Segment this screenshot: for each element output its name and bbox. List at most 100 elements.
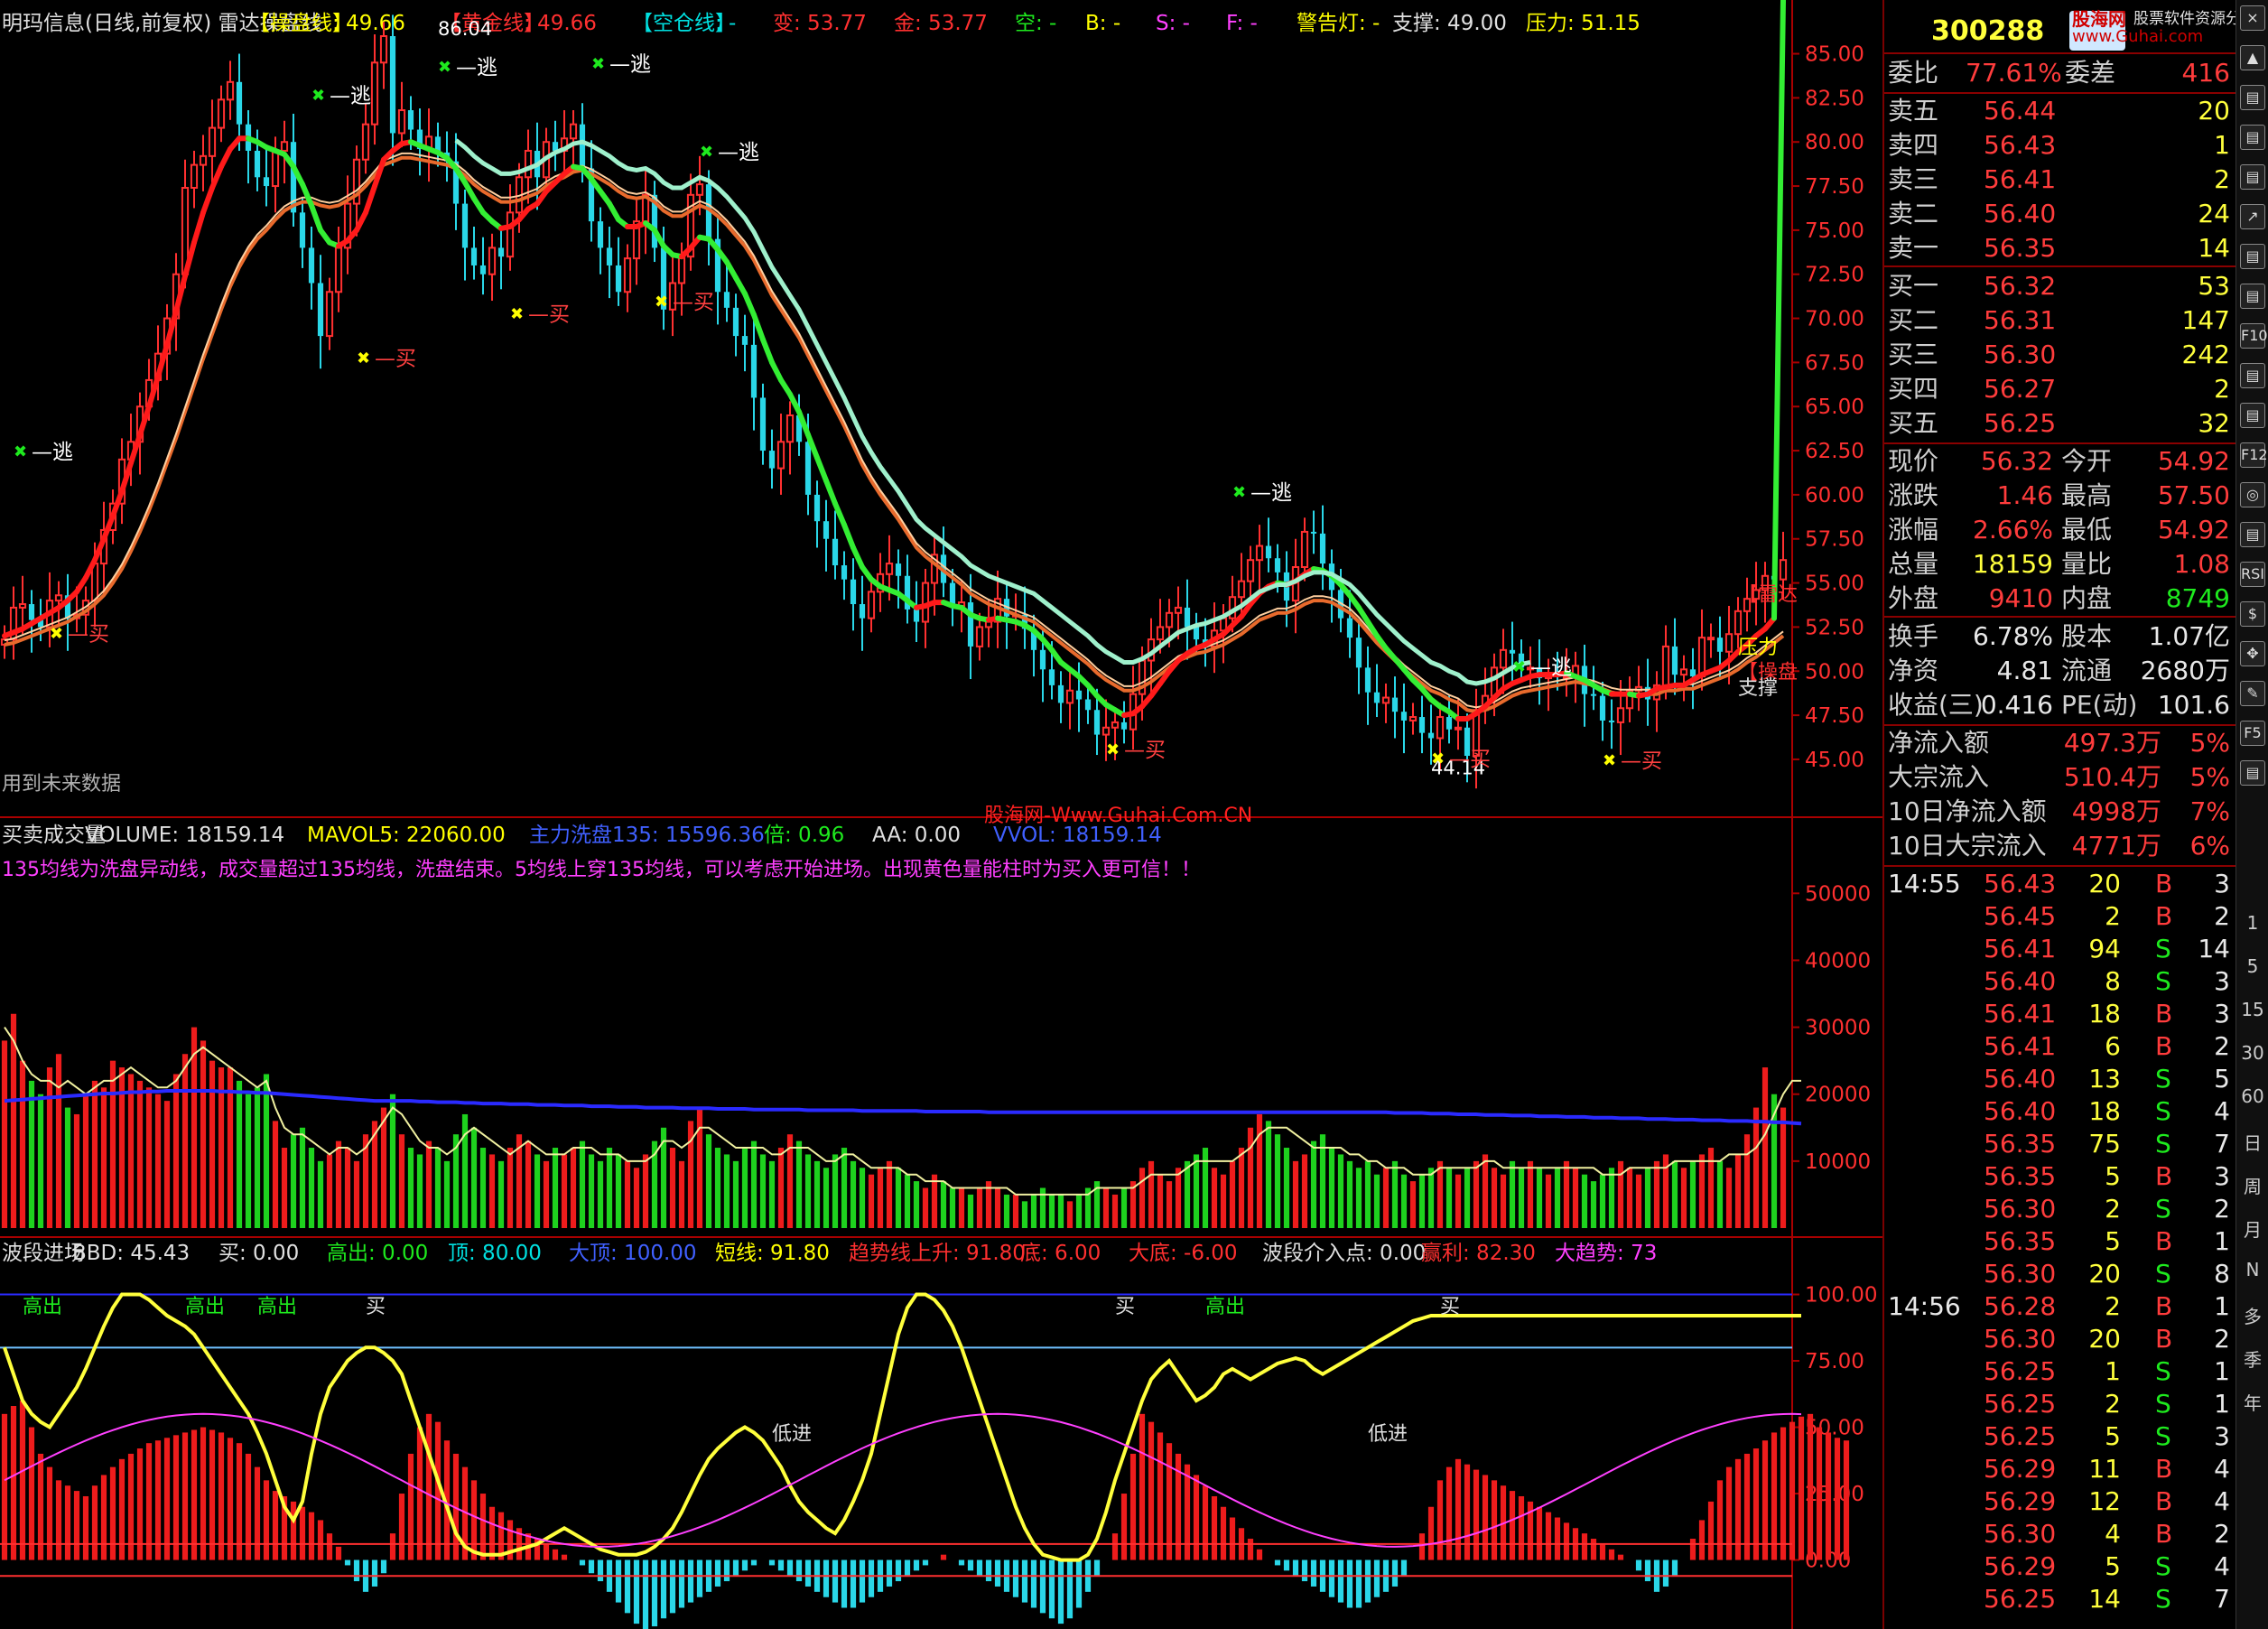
period-button[interactable]: 60 [2240,1085,2265,1107]
toolbar-button[interactable]: F5 [2240,721,2265,746]
bbd-bar [868,1559,875,1597]
tick-side: S [2155,1356,2171,1386]
candle-body [1697,637,1706,678]
tick-side: S [2155,1551,2171,1581]
period-button[interactable]: N [2240,1259,2265,1280]
bbd-bar [290,1501,297,1560]
bbd-bar [687,1559,694,1603]
volume-bar [570,1148,577,1228]
period-button[interactable]: 月 [2240,1215,2265,1242]
candle-body [1156,626,1165,641]
toolbar-button[interactable]: ▤ [2240,85,2265,110]
bbd-bar [913,1559,920,1571]
tick-volume: 13 [2088,1064,2121,1094]
period-button[interactable]: 周 [2240,1172,2265,1198]
period-button[interactable]: 5 [2240,955,2265,977]
toolbar-button[interactable]: RSI [2240,562,2265,587]
toolbar-button[interactable]: ▤ [2240,125,2265,150]
candle-body [768,451,776,469]
bbd-bar [1581,1533,1588,1560]
stat-value: 1.08 [2173,549,2230,579]
weibi-row: 委比 77.61% 委差 416 [1884,56,2268,90]
bbd-bars [1,1401,1850,1629]
signal-marker: ✖ [700,143,713,162]
tick-side: S [2155,1389,2171,1419]
bbd-bar [1834,1438,1841,1560]
bbd-bar [1617,1554,1624,1560]
toolbar-button[interactable]: ▤ [2240,244,2265,269]
toolbar-button[interactable]: ▤ [2240,284,2265,309]
share-value: 6.78% [1973,621,2053,651]
tick-row: 56.45 2 B 2 [1884,899,2268,934]
toolbar-button[interactable]: ✎ [2240,681,2265,706]
volume-bar [434,1148,442,1228]
bbd-bar [371,1559,378,1587]
volume-bar [615,1154,622,1228]
toolbar-button[interactable]: ▤ [2240,403,2265,428]
bbd-bar [1707,1501,1715,1560]
signal-marker: ✖ [1431,749,1445,768]
bbd-bar [263,1480,270,1560]
stat-label: 今开 [2061,446,2113,476]
period-button[interactable]: 日 [2240,1129,2265,1155]
bbd-bar [967,1559,974,1571]
period-button[interactable]: 年 [2240,1389,2265,1415]
bbd-label: 买 [366,1296,386,1318]
chart-canvas[interactable]: 明玛信息(日线,前复权) 雷达操盘线【操盘线】: 49.66 【黄金线】: 49.… [0,0,1882,1629]
bbd-bar [425,1413,432,1560]
tick-price: 56.30 [1984,1259,2057,1289]
bbd-bar [73,1491,80,1560]
volume-bar [579,1140,586,1228]
volume-bar [308,1148,315,1228]
stat-label: 涨跌 [1888,480,1939,510]
toolbar-button[interactable]: ▤ [2240,760,2265,786]
toolbar-button[interactable]: F10 [2240,323,2268,349]
volume-bar [895,1168,902,1228]
period-button[interactable]: 1 [2240,912,2265,934]
tick-side: B [2155,1519,2173,1549]
toolbar-button[interactable]: ▤ [2240,363,2265,388]
volume-bar [832,1154,839,1228]
tick-side: S [2155,934,2171,963]
volume-bar [163,1101,171,1228]
signal-label: —买 [1621,749,1662,773]
period-button[interactable]: 30 [2240,1042,2265,1064]
toolbar-button[interactable]: ↗ [2240,204,2265,229]
tick-price: 56.35 [1984,1226,2057,1256]
signal-marker: ✖ [655,293,668,312]
tick-volume: 12 [2088,1486,2121,1516]
toolbar-button[interactable]: ▲ [2240,45,2265,70]
volume-bar [416,1154,423,1228]
stat-value: 54.92 [2157,446,2230,476]
header-item: 高出: 0.00 [327,1242,428,1265]
toolbar-button[interactable]: ◎ [2240,482,2265,507]
toolbar-button[interactable]: $ [2240,601,2265,627]
volume-bar [1743,1134,1751,1228]
volume-bar [1680,1168,1687,1228]
volume-bar [543,1160,550,1228]
bbd-bar [1012,1559,1019,1597]
bbd-bar [353,1559,360,1582]
period-button[interactable]: 多 [2240,1302,2265,1328]
period-button[interactable]: 季 [2240,1345,2265,1372]
toolbar-button[interactable]: ▤ [2240,522,2265,547]
price-annotation: 86.04 [438,18,492,40]
tick-side: S [2155,1064,2171,1094]
volume-bar [1761,1067,1769,1228]
toolbar-button[interactable]: × [2240,5,2265,31]
toolbar-button[interactable]: ✥ [2240,641,2265,666]
signal-label: —逃 [1250,481,1292,505]
ma-fast-segment [832,500,847,528]
ma-fast-segment [733,275,748,297]
period-button[interactable]: 15 [2240,999,2265,1020]
toolbar-button[interactable]: F12 [2240,442,2268,468]
toolbar-button[interactable]: ▤ [2240,164,2265,190]
candle-body [885,563,894,575]
header-item: 倍: 0.96 [764,824,844,847]
volume-bar [1066,1201,1074,1228]
candle-body [776,441,785,470]
candle-body [1174,606,1183,614]
tick-price: 56.35 [1984,1129,2057,1159]
bbd-bar [1509,1491,1516,1560]
bbd-bar [1256,1549,1263,1560]
